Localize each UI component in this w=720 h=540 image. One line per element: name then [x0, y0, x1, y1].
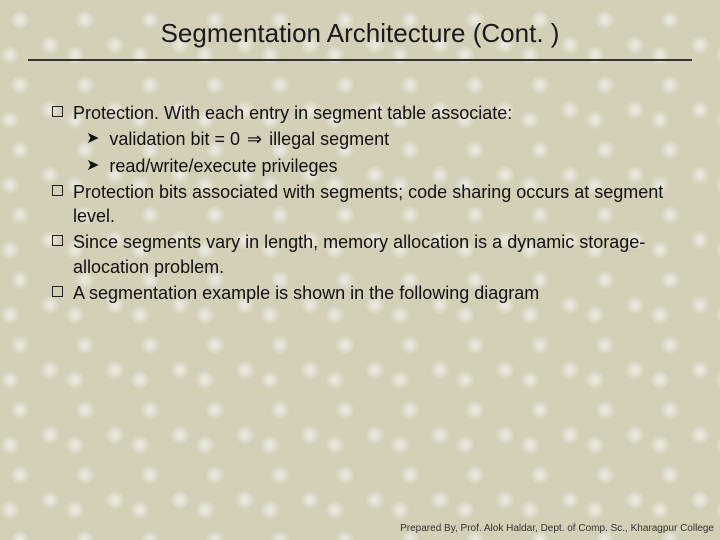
- footer-credit: Prepared By, Prof. Alok Haldar, Dept. of…: [400, 523, 714, 534]
- bullet-item: Since segments vary in length, memory al…: [52, 230, 668, 279]
- sub-bullet-text: read/write/execute privileges: [109, 154, 337, 178]
- square-bullet-icon: [52, 185, 63, 196]
- bullet-text: Protection bits associated with segments…: [73, 180, 668, 229]
- bullet-item: Protection bits associated with segments…: [52, 180, 668, 229]
- arrow-bullet-icon: ➤: [86, 155, 99, 177]
- bullet-text: A segmentation example is shown in the f…: [73, 281, 539, 305]
- arrow-bullet-icon: ➤: [86, 128, 99, 150]
- bullet-text: Protection. With each entry in segment t…: [73, 101, 512, 125]
- slide: Segmentation Architecture (Cont. ) Prote…: [0, 0, 720, 540]
- sub-bullet-item: ➤ read/write/execute privileges: [86, 154, 668, 178]
- bullet-item: A segmentation example is shown in the f…: [52, 281, 668, 305]
- square-bullet-icon: [52, 235, 63, 246]
- title-divider: [28, 59, 692, 61]
- content-area: Protection. With each entry in segment t…: [28, 101, 692, 305]
- bullet-item: Protection. With each entry in segment t…: [52, 101, 668, 125]
- slide-title: Segmentation Architecture (Cont. ): [28, 18, 692, 49]
- square-bullet-icon: [52, 286, 63, 297]
- sub-text-pre: validation bit = 0: [109, 129, 245, 149]
- bullet-text: Since segments vary in length, memory al…: [73, 230, 668, 279]
- sub-text-post: illegal segment: [264, 129, 389, 149]
- square-bullet-icon: [52, 106, 63, 117]
- sub-bullet-item: ➤ validation bit = 0 ⇒ illegal segment: [86, 127, 668, 151]
- implies-symbol: ⇒: [245, 129, 264, 149]
- sub-bullet-text: validation bit = 0 ⇒ illegal segment: [109, 127, 389, 151]
